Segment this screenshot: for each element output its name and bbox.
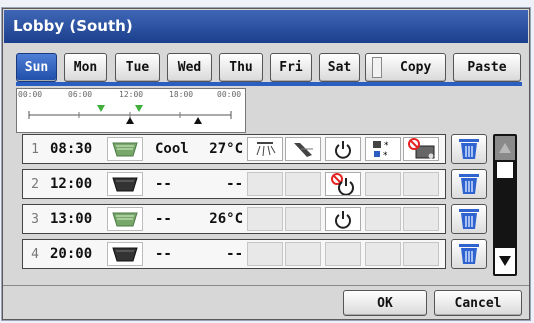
footer-divider xyxy=(3,285,529,286)
timeline-marker-off xyxy=(126,117,134,124)
row-mode: -- xyxy=(155,246,172,262)
trash-icon xyxy=(459,244,479,264)
trash-icon xyxy=(459,209,479,229)
schedule-row[interactable]: 4 20:00 -- -- xyxy=(22,239,446,269)
delete-row-button[interactable] xyxy=(451,134,487,164)
row-time: 20:00 xyxy=(50,246,93,262)
scrollbar[interactable] xyxy=(493,134,517,276)
power-icon xyxy=(325,207,361,231)
trash-icon xyxy=(459,139,479,159)
paste-button[interactable]: Paste xyxy=(453,53,521,82)
tab-fri[interactable]: Fri xyxy=(270,53,312,82)
tab-thu[interactable]: Thu xyxy=(219,53,263,82)
power-icon xyxy=(325,137,361,161)
cancel-button[interactable]: Cancel xyxy=(434,290,522,316)
empty-slot xyxy=(285,242,321,266)
row-temp: -- xyxy=(226,176,243,192)
schedule-row[interactable]: 1 08:30 Cool 27°C * * xyxy=(22,134,446,164)
row-mode: Cool xyxy=(155,141,189,157)
schedule-row[interactable]: 2 12:00 -- -- xyxy=(22,169,446,199)
tab-tue[interactable]: Tue xyxy=(115,53,160,82)
row-number: 3 xyxy=(31,211,39,227)
tab-sat[interactable]: Sat xyxy=(319,53,360,82)
copy-indicator xyxy=(372,57,382,78)
row-mode: -- xyxy=(155,176,172,192)
empty-slot xyxy=(365,207,401,231)
arrow-up-icon xyxy=(499,143,511,153)
copy-button[interactable]: Copy xyxy=(365,53,446,82)
svg-text:*: * xyxy=(384,141,389,151)
row-number: 4 xyxy=(31,246,39,262)
remote-prohibit-icon xyxy=(403,137,439,161)
louver-icon xyxy=(285,137,321,161)
scroll-up-button[interactable] xyxy=(495,136,515,160)
unit-on-icon xyxy=(107,137,143,161)
copy-label: Copy xyxy=(400,60,432,75)
row-temp: 26°C xyxy=(209,211,243,227)
empty-slot xyxy=(285,172,321,196)
dialog-title: Lobby (South) xyxy=(4,10,528,43)
empty-slot xyxy=(365,242,401,266)
svg-text:*: * xyxy=(383,151,388,159)
empty-slot xyxy=(325,242,361,266)
timeline-graph xyxy=(28,105,232,124)
row-time: 13:00 xyxy=(50,211,93,227)
row-temp: 27°C xyxy=(209,141,243,157)
power-prohibited-icon xyxy=(325,172,361,196)
unit-off-icon xyxy=(107,172,143,196)
schedule-dialog: Lobby (South) Sun Mon Tue Wed Thu Fri Sa… xyxy=(2,8,530,320)
arrow-down-icon xyxy=(499,256,511,266)
timeline-marker-on xyxy=(97,105,105,112)
mode-lock-icon: * * xyxy=(365,137,401,161)
empty-slot xyxy=(403,242,439,266)
empty-slot xyxy=(247,207,283,231)
row-mode: -- xyxy=(155,211,172,227)
empty-slot xyxy=(247,242,283,266)
empty-slot xyxy=(403,172,439,196)
schedule-row[interactable]: 3 13:00 -- 26°C xyxy=(22,204,446,234)
tab-mon[interactable]: Mon xyxy=(64,53,107,82)
empty-slot xyxy=(403,207,439,231)
timeline-marker-off xyxy=(194,117,202,124)
tab-underline xyxy=(16,82,522,86)
delete-row-button[interactable] xyxy=(451,169,487,199)
empty-slot xyxy=(285,207,321,231)
scroll-thumb[interactable] xyxy=(497,162,513,178)
row-number: 1 xyxy=(31,141,39,157)
ok-button[interactable]: OK xyxy=(343,290,427,316)
delete-row-button[interactable] xyxy=(451,204,487,234)
unit-on-icon xyxy=(107,207,143,231)
row-time: 08:30 xyxy=(50,141,93,157)
timeline: 00:00 06:00 12:00 18:00 00:00 xyxy=(16,88,246,133)
row-time: 12:00 xyxy=(50,176,93,192)
empty-slot xyxy=(365,172,401,196)
airflow-direction-icon xyxy=(247,137,283,161)
trash-icon xyxy=(459,174,479,194)
delete-row-button[interactable] xyxy=(451,239,487,269)
tab-wed[interactable]: Wed xyxy=(167,53,212,82)
timeline-marker-on xyxy=(135,105,143,112)
unit-off-icon xyxy=(107,242,143,266)
empty-slot xyxy=(247,172,283,196)
tab-sun[interactable]: Sun xyxy=(16,53,57,82)
row-temp: -- xyxy=(226,246,243,262)
scroll-down-button[interactable] xyxy=(495,248,515,274)
row-number: 2 xyxy=(31,176,39,192)
